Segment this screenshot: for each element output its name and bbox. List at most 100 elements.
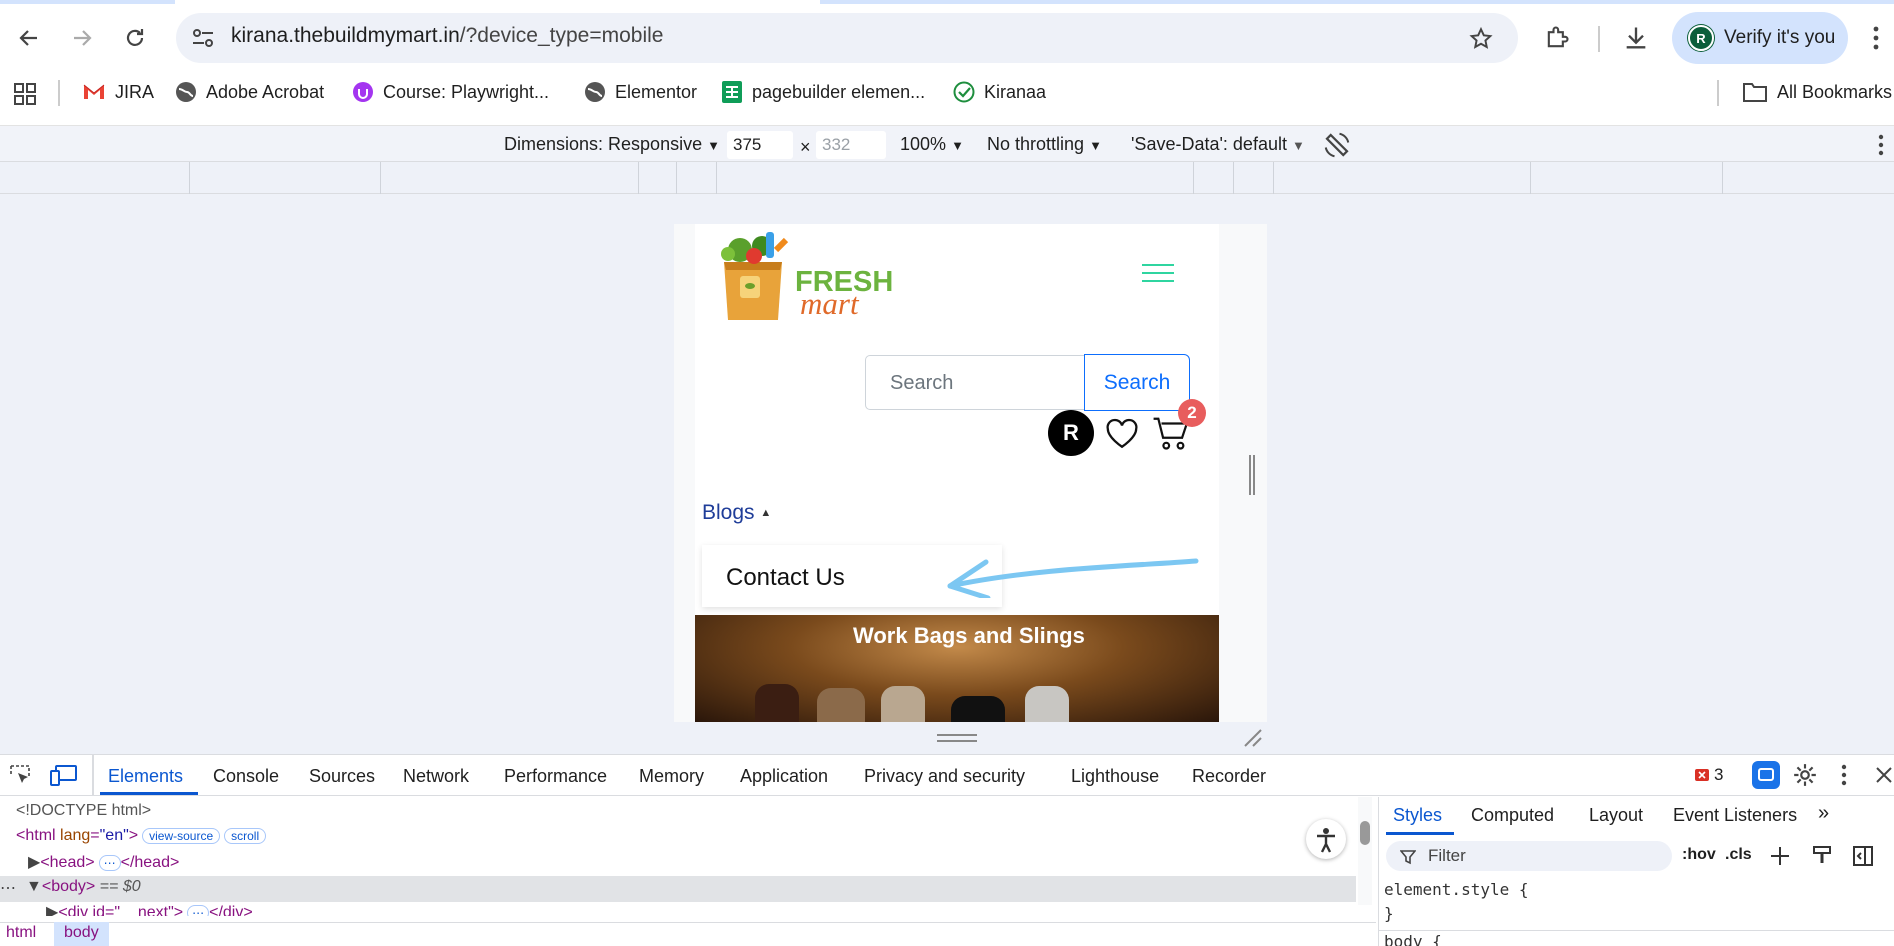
all-bookmarks[interactable]: All Bookmarks: [1742, 73, 1892, 111]
forward-button[interactable]: [66, 22, 98, 54]
rotate-icon[interactable]: [1322, 130, 1352, 160]
profile-button[interactable]: R Verify it's you: [1672, 12, 1848, 64]
tab-lighthouse[interactable]: Lighthouse: [1071, 766, 1159, 787]
crumb-html[interactable]: html: [6, 924, 36, 942]
user-avatar[interactable]: R: [1048, 410, 1094, 456]
dom-scrollbar[interactable]: [1358, 797, 1372, 905]
ruler-segment[interactable]: [676, 162, 677, 194]
ruler-segment[interactable]: [189, 162, 190, 194]
dom-head-node[interactable]: ▶<head> ⋯ </head>: [28, 852, 179, 872]
tab-privacy-security[interactable]: Privacy and security: [864, 766, 1025, 787]
bottom-resize-handle[interactable]: [937, 734, 977, 742]
reload-button[interactable]: [119, 22, 151, 54]
ruler-segment[interactable]: [1722, 162, 1723, 194]
star-icon[interactable]: [1468, 26, 1494, 52]
tab-layout[interactable]: Layout: [1589, 805, 1643, 826]
filter-icon: [1400, 850, 1416, 865]
throttling-select[interactable]: No throttling ▼: [987, 134, 1102, 155]
more-vertical-icon[interactable]: [1877, 133, 1885, 157]
tab-sources[interactable]: Sources: [309, 766, 375, 787]
tab-recorder[interactable]: Recorder: [1192, 766, 1266, 787]
gear-icon[interactable]: [1792, 762, 1818, 788]
tab-event-listeners[interactable]: Event Listeners: [1673, 805, 1797, 826]
bookmark-jira[interactable]: JIRA: [82, 73, 154, 111]
dimensions-select[interactable]: Dimensions: Responsive ▼: [504, 134, 720, 155]
bookmark-pagebuilder[interactable]: pagebuilder elemen...: [721, 73, 925, 111]
error-icon: [1695, 769, 1709, 781]
menu-toggle-button[interactable]: [1142, 264, 1174, 286]
ruler-segment[interactable]: [1193, 162, 1194, 194]
cls-toggle[interactable]: .cls: [1725, 846, 1752, 864]
reload-icon: [126, 29, 144, 46]
dom-doctype[interactable]: <!DOCTYPE html>: [16, 802, 151, 820]
inspect-element-icon[interactable]: [8, 763, 32, 787]
more-tabs-button[interactable]: »: [1818, 802, 1829, 825]
bookmark-course-playwright[interactable]: Course: Playwright...: [352, 73, 549, 111]
url-text[interactable]: kirana.thebuildmymart.in/?device_type=mo…: [231, 24, 663, 48]
media-query-ruler[interactable]: [0, 162, 1894, 194]
ruler-segment[interactable]: [1530, 162, 1531, 194]
tab-computed[interactable]: Computed: [1471, 805, 1554, 826]
selected-dom-row[interactable]: [0, 876, 1356, 902]
dropdown-item-contact-us[interactable]: Contact Us: [726, 564, 845, 592]
rule-close-brace: }: [1384, 904, 1394, 923]
hov-toggle[interactable]: :hov: [1682, 846, 1716, 864]
corner-resize-icon[interactable]: [1243, 728, 1263, 748]
device-toggle-icon[interactable]: [50, 763, 78, 787]
view-source-badge[interactable]: view-source: [142, 828, 221, 844]
download-icon[interactable]: [1622, 24, 1650, 52]
ruler-segment[interactable]: [716, 162, 717, 194]
tab-application[interactable]: Application: [740, 766, 828, 787]
bookmark-label: Elementor: [615, 81, 698, 102]
crumb-body[interactable]: body: [54, 922, 109, 946]
save-data-select[interactable]: 'Save-Data': default ▼: [1131, 134, 1305, 155]
ruler-segment[interactable]: [1273, 162, 1274, 194]
tab-styles[interactable]: Styles: [1393, 805, 1442, 826]
error-counter[interactable]: 3: [1694, 765, 1723, 785]
site-info-icon[interactable]: [191, 27, 215, 49]
scroll-badge[interactable]: scroll: [224, 828, 267, 844]
scrollbar-thumb[interactable]: [1360, 821, 1370, 845]
chrome-menu-button[interactable]: [1872, 23, 1880, 53]
extensions-icon[interactable]: [1543, 24, 1571, 52]
heart-icon[interactable]: [1105, 418, 1139, 450]
search-button[interactable]: Search: [1084, 354, 1190, 411]
tab-elements[interactable]: Elements: [108, 766, 183, 787]
toggle-sidebar-icon[interactable]: [1852, 845, 1874, 867]
bookmark-adobe-acrobat[interactable]: Adobe Acrobat: [175, 73, 324, 111]
viewport-resize-handle[interactable]: [1249, 455, 1255, 495]
bookmark-kiranaa[interactable]: Kiranaa: [953, 73, 1046, 111]
more-vertical-icon[interactable]: [1840, 763, 1848, 787]
ruler-segment[interactable]: [380, 162, 381, 194]
ruler-segment[interactable]: [638, 162, 639, 194]
back-button[interactable]: [13, 22, 45, 54]
accessibility-tree-button[interactable]: [1306, 819, 1346, 859]
zoom-select[interactable]: 100% ▼: [900, 134, 964, 155]
bag-image: [817, 688, 865, 722]
element-style-rule[interactable]: element.style {: [1384, 880, 1529, 899]
tab-console[interactable]: Console: [213, 766, 279, 787]
dom-html-node[interactable]: <html lang="en"> view-source scroll: [16, 827, 267, 845]
apps-grid-icon[interactable]: [13, 82, 37, 106]
body-rule[interactable]: body {: [1384, 934, 1442, 946]
bookmark-elementor[interactable]: Elementor: [584, 73, 697, 111]
height-input[interactable]: 332: [816, 131, 886, 159]
paint-brush-icon[interactable]: [1812, 845, 1834, 867]
tab-strip-edge: [820, 0, 1894, 4]
ai-assistance-button[interactable]: [1752, 761, 1780, 789]
check-icon: [953, 81, 975, 103]
tab-memory[interactable]: Memory: [639, 766, 704, 787]
all-bookmarks-label: All Bookmarks: [1777, 81, 1893, 102]
close-icon[interactable]: [1874, 765, 1894, 785]
tab-network[interactable]: Network: [403, 766, 469, 787]
styles-filter-input[interactable]: Filter: [1386, 841, 1672, 871]
tab-performance[interactable]: Performance: [504, 766, 607, 787]
width-input[interactable]: 375: [727, 131, 793, 159]
dom-body-node[interactable]: ▼<body> == $0: [26, 878, 141, 896]
dom-div-node[interactable]: ▶<div id="__next"> ⋯ </div>: [46, 902, 253, 916]
dom-row-menu[interactable]: ⋯: [0, 878, 16, 898]
add-rule-icon[interactable]: [1770, 845, 1794, 867]
nav-item-blogs[interactable]: Blogs ▲: [702, 501, 771, 525]
ruler-segment[interactable]: [1233, 162, 1234, 194]
search-input[interactable]: Search: [865, 355, 1085, 410]
